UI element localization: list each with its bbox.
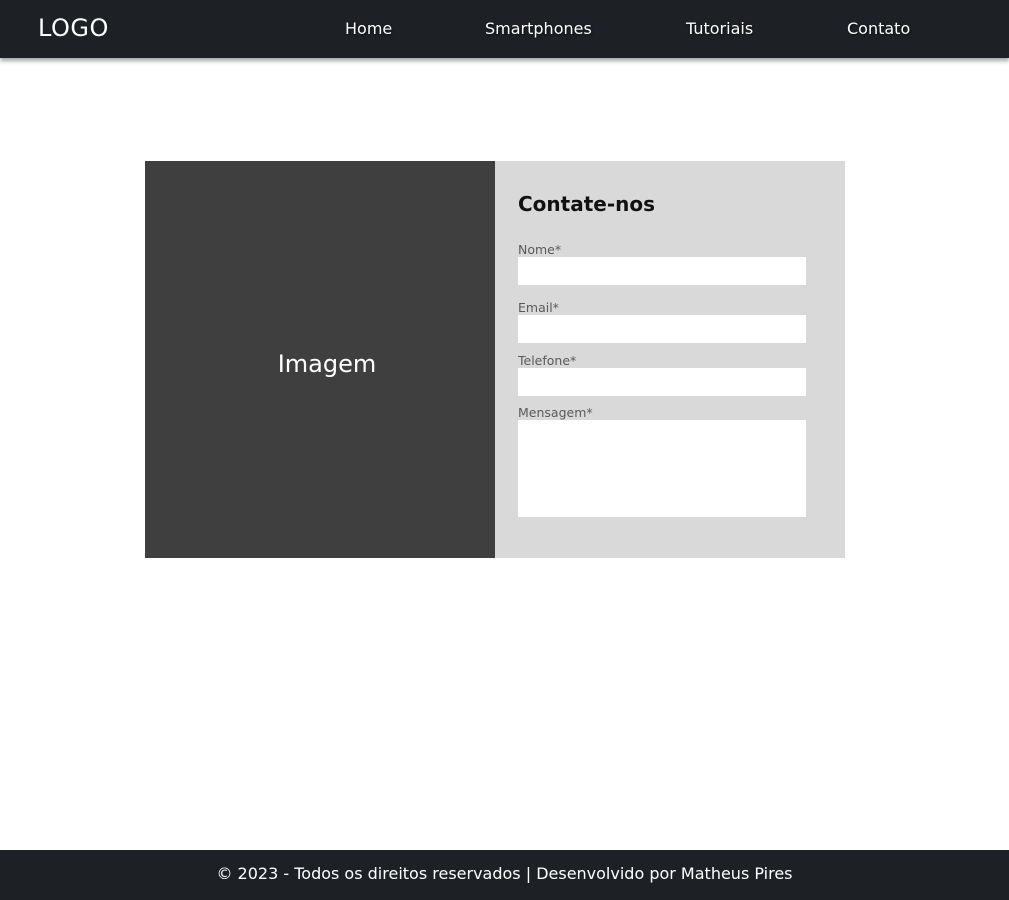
nav-link-smartphones[interactable]: Smartphones [485,19,592,38]
nome-label: Nome* [518,242,562,257]
contact-form: Contate-nos Nome* Email* Telefone* Mensa… [495,161,845,558]
mensagem-textarea[interactable] [518,420,806,517]
contact-card: Imagem Contate-nos Nome* Email* Telefone… [145,161,845,558]
mensagem-label: Mensagem* [518,405,593,420]
form-title: Contate-nos [518,192,656,216]
telefone-input[interactable] [518,368,806,396]
email-input[interactable] [518,315,806,343]
image-placeholder-label: Imagem [277,350,377,378]
site-footer: © 2023 - Todos os direitos reservados | … [0,850,1009,900]
telefone-label: Telefone* [518,353,577,368]
nav-link-home[interactable]: Home [345,19,392,38]
site-logo[interactable]: LOGO [38,14,109,42]
footer-copyright: © 2023 - Todos os direitos reservados | … [216,864,793,883]
email-label: Email* [518,300,559,315]
image-placeholder: Imagem [145,161,495,558]
site-header: LOGO Home Smartphones Tutoriais Contato [0,0,1009,58]
nav-link-tutoriais[interactable]: Tutoriais [686,19,753,38]
nome-input[interactable] [518,257,806,285]
nav-link-contato[interactable]: Contato [847,19,910,38]
